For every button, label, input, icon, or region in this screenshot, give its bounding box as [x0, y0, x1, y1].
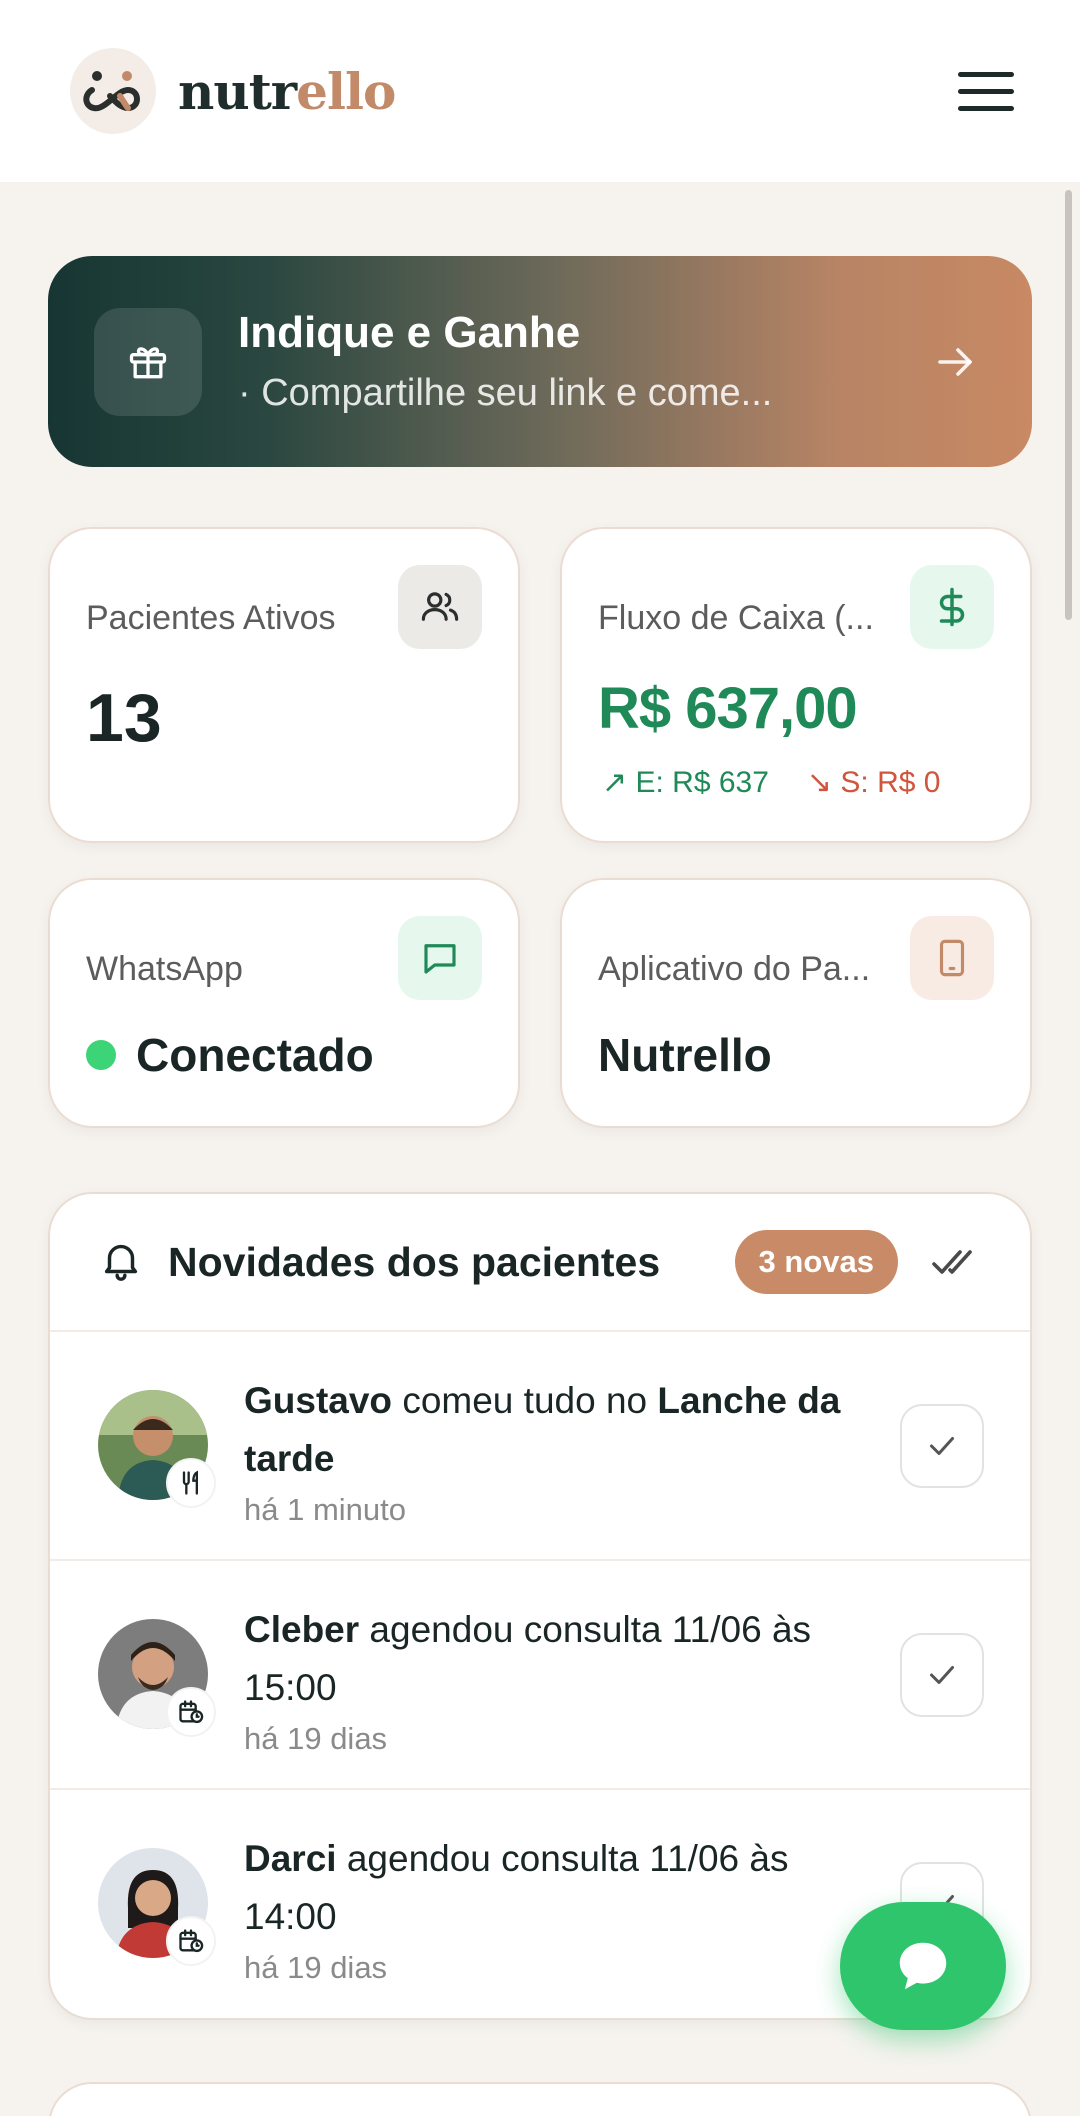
hamburger-menu-icon[interactable]	[946, 51, 1026, 131]
referral-banner[interactable]: Indique e Ganhe · Compartilhe seu link e…	[48, 256, 1032, 467]
card-label: Pacientes Ativos	[86, 599, 336, 637]
item-message: Gustavo comeu tudo no Lanche da tarde	[244, 1380, 841, 1479]
list-item[interactable]: Cleber agendou consulta 11/06 às 15:00 h…	[50, 1561, 1030, 1790]
panel-title: Novidades dos pacientes	[168, 1238, 661, 1285]
item-time: há 19 dias	[244, 1950, 388, 1985]
users-icon	[398, 565, 482, 649]
arrow-right-icon	[926, 332, 986, 392]
calendar-icon	[166, 1916, 216, 1966]
brand[interactable]: nutrello	[70, 48, 396, 134]
mark-read-button[interactable]	[900, 1404, 984, 1488]
calendar-icon	[166, 1687, 216, 1737]
chat-icon	[398, 916, 482, 1000]
active-patients-card[interactable]: Pacientes Ativos 13	[48, 527, 520, 843]
card-label: Aplicativo do Pa...	[598, 950, 871, 988]
referral-title: Indique e Ganhe	[238, 308, 581, 357]
whatsapp-status: Conectado	[86, 1028, 374, 1082]
next-section-card	[48, 2082, 1032, 2116]
phone-icon	[910, 916, 994, 1000]
item-message: Darci agendou consulta 11/06 às 14:00	[244, 1838, 789, 1937]
cashflow-card[interactable]: Fluxo de Caixa (... R$ 637,00 ↗ E: R$ 63…	[560, 527, 1032, 843]
app-header: nutrello	[0, 0, 1080, 182]
app-name: Nutrello	[598, 1029, 772, 1081]
mark-all-read-icon[interactable]	[926, 1234, 982, 1290]
logo-icon	[70, 48, 156, 134]
income-value: ↗ E: R$ 637	[602, 766, 769, 799]
item-time: há 19 dias	[244, 1721, 388, 1756]
patients-count: 13	[86, 680, 162, 756]
mark-read-button[interactable]	[900, 1633, 984, 1717]
cutlery-icon	[166, 1458, 216, 1508]
card-label: WhatsApp	[86, 950, 243, 988]
whatsapp-card[interactable]: WhatsApp Conectado	[48, 878, 520, 1128]
status-dot	[86, 1040, 116, 1070]
card-label: Fluxo de Caixa (...	[598, 599, 874, 637]
dollar-icon	[910, 565, 994, 649]
panel-header: Novidades dos pacientes 3 novas	[50, 1194, 1030, 1332]
patient-news-panel: Novidades dos pacientes 3 novas Gustavo	[48, 1192, 1032, 2020]
item-message: Cleber agendou consulta 11/06 às 15:00	[244, 1609, 812, 1708]
scrollbar[interactable]	[1065, 190, 1072, 620]
chat-fab-button[interactable]	[840, 1902, 1006, 2030]
gift-icon	[94, 307, 202, 416]
new-count-badge: 3 novas	[734, 1230, 898, 1294]
bell-icon	[98, 1237, 144, 1288]
chat-bubble-icon	[899, 1942, 947, 1990]
referral-subtitle: · Compartilhe seu link e come...	[238, 372, 773, 414]
list-item[interactable]: Gustavo comeu tudo no Lanche da tarde há…	[50, 1332, 1030, 1561]
brand-name: nutrello	[178, 61, 396, 121]
cashflow-value: R$ 637,00	[598, 676, 858, 741]
item-time: há 1 minuto	[244, 1492, 406, 1527]
patient-app-card[interactable]: Aplicativo do Pa... Nutrello	[560, 878, 1032, 1128]
expense-value: ↘ S: R$ 0	[806, 766, 941, 799]
